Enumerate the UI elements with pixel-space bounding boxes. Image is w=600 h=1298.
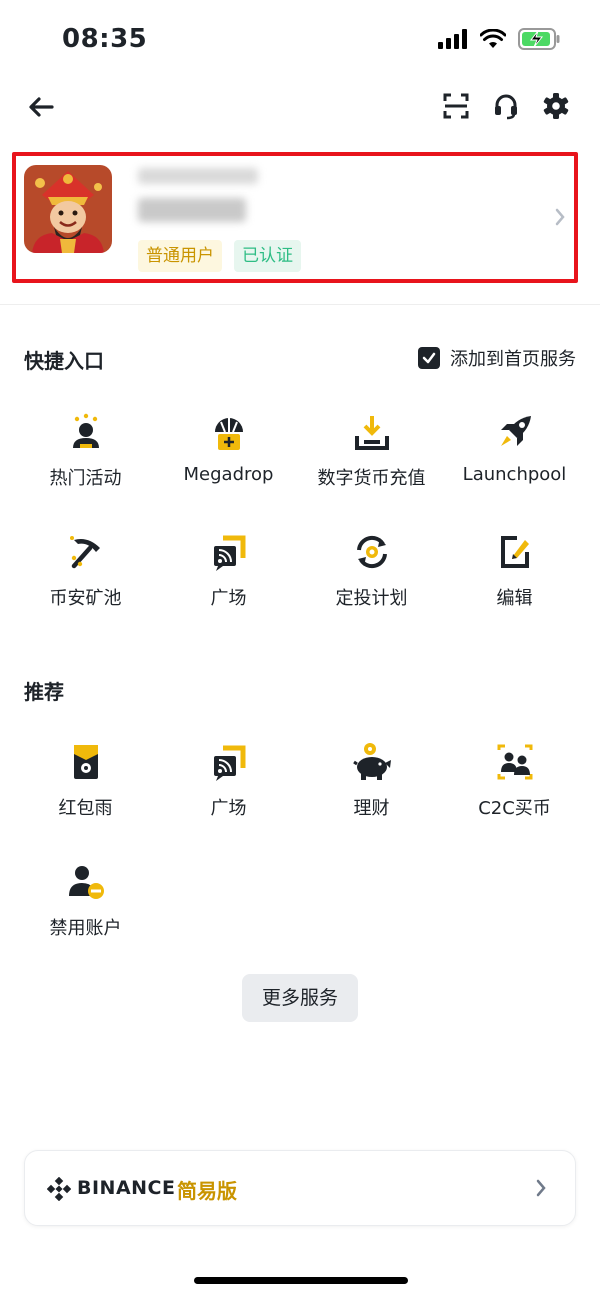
add-to-home-toggle[interactable]: 添加到首页服务 [418,345,576,371]
quick-access-title: 快捷入口 [24,349,104,373]
divider [0,304,600,305]
recommend-label: C2C买币 [478,798,551,819]
home-indicator [194,1277,408,1284]
pickaxe-icon [69,536,100,569]
status-icons [438,28,560,50]
megadrop-icon [214,418,243,450]
headset-support-icon[interactable] [492,92,520,120]
avatar[interactable] [24,165,112,253]
red-packet-icon [73,745,98,779]
piggy-bank-icon [352,743,391,780]
square-feed-icon [213,535,245,571]
recommend-grid: 红包雨 广场 理财 C2C买币 禁用账户 [14,738,586,978]
shortcut-label: Megadrop [183,464,274,485]
scan-icon[interactable] [442,92,470,120]
add-to-home-label: 添加到首页服务 [450,349,576,370]
lite-mode-label: 简易版 [177,1179,237,1203]
c2c-users-icon [497,744,532,780]
recommend-red-packet[interactable]: 红包雨 [14,738,157,858]
shortcut-auto-invest[interactable]: 定投计划 [300,528,443,648]
verified-badge: 已认证 [234,240,301,272]
recommend-label: 红包雨 [58,798,113,819]
status-time: 08:35 [62,24,148,54]
quick-access-grid: 热门活动 Megadrop 数字货币充值 Launchpool 币安矿池 广场 … [14,408,586,648]
shortcut-hot-activity[interactable]: 热门活动 [14,408,157,528]
shortcut-edit[interactable]: 编辑 [443,528,586,648]
binance-logo-icon [47,1177,71,1201]
battery-charging-icon [518,28,560,50]
shortcut-label: 热门活动 [49,468,122,489]
shortcut-label: 广场 [210,588,247,609]
status-bar: 08:35 [0,0,600,80]
recommend-title: 推荐 [24,680,64,704]
disable-account-icon [68,866,104,899]
settings-gear-icon[interactable] [542,92,570,120]
shortcut-label: 币安矿池 [49,588,122,609]
masked-user-id [138,198,246,222]
recommend-disable-account[interactable]: 禁用账户 [14,858,157,978]
recommend-c2c[interactable]: C2C买币 [443,738,586,858]
shortcut-label: 数字货币充值 [317,468,426,489]
recommend-square[interactable]: 广场 [157,738,300,858]
recommend-label: 广场 [210,798,247,819]
shortcut-mining-pool[interactable]: 币安矿池 [14,528,157,648]
deposit-icon [354,416,389,450]
profile-card[interactable]: 普通用户 已认证 [12,152,578,283]
masked-username [138,168,258,184]
nav-actions [442,92,570,120]
recommend-label: 禁用账户 [49,918,122,939]
chevron-right-icon [535,1179,547,1201]
checkbox-checked-icon[interactable] [418,347,440,369]
back-arrow-icon[interactable] [26,92,56,122]
recommend-label: 理财 [353,798,390,819]
more-services-button[interactable]: 更多服务 [242,974,358,1022]
edit-icon [500,536,529,568]
shortcut-label: 编辑 [496,588,533,609]
shortcut-megadrop[interactable]: Megadrop [157,408,300,528]
binance-lite-entry[interactable]: BINANCE 简易版 [24,1150,576,1226]
auto-invest-icon [356,535,387,569]
user-level-badge: 普通用户 [138,240,222,272]
rocket-icon [500,416,531,446]
nav-bar [0,84,600,128]
wifi-icon [480,29,506,48]
shortcut-deposit[interactable]: 数字货币充值 [300,408,443,528]
signal-icon [438,29,467,49]
shortcut-square[interactable]: 广场 [157,528,300,648]
shortcut-label: Launchpool [462,464,567,485]
chevron-right-icon [554,208,566,230]
binance-brand-text: BINANCE [77,1177,176,1199]
square-feed-icon [213,745,245,781]
shortcut-label: 定投计划 [335,588,408,609]
hot-activity-icon [72,413,99,448]
shortcut-launchpool[interactable]: Launchpool [443,408,586,528]
recommend-earn[interactable]: 理财 [300,738,443,858]
